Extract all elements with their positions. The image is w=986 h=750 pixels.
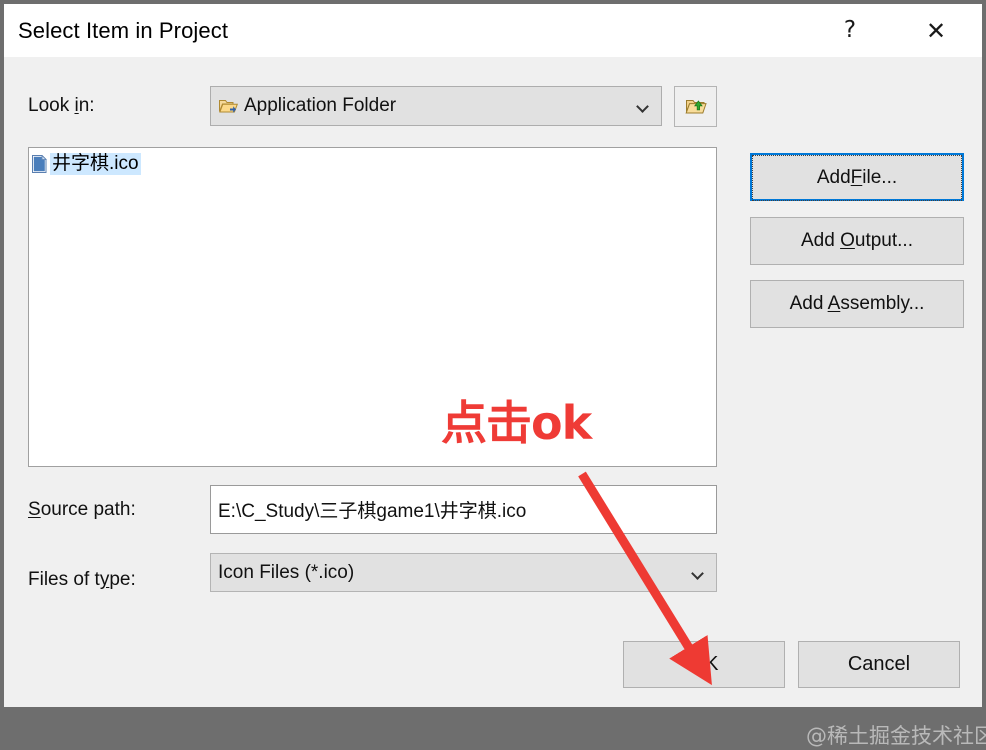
- look-in-value: Application Folder: [244, 95, 397, 116]
- source-path-label: Source path:: [28, 499, 136, 520]
- close-icon: ✕: [925, 16, 947, 45]
- files-of-type-label: Files of type:: [28, 569, 136, 590]
- dialog-body: Look in: Application Folder 井字棋.ico Add …: [4, 57, 986, 748]
- file-list[interactable]: 井字棋.ico: [28, 147, 717, 467]
- help-icon: ?: [843, 17, 857, 43]
- title-bar: Select Item in Project ? ✕: [4, 4, 982, 58]
- files-of-type-value: Icon Files (*.ico): [218, 561, 355, 583]
- look-in-label: Look in:: [28, 95, 95, 116]
- help-button[interactable]: ?: [822, 4, 878, 57]
- add-file-label: Add File...: [752, 155, 962, 201]
- chevron-down-icon: [638, 102, 649, 109]
- watermark: @稀土掘金技术社区: [806, 724, 986, 748]
- up-one-level-button[interactable]: [674, 86, 717, 127]
- page-title: Select Item in Project: [18, 18, 229, 43]
- add-output-label: Add Output...: [801, 230, 913, 251]
- close-button[interactable]: ✕: [908, 4, 964, 57]
- add-assembly-label: Add Assembly...: [789, 293, 925, 314]
- add-assembly-button[interactable]: Add Assembly...: [750, 280, 964, 328]
- ok-button[interactable]: OK: [623, 641, 785, 688]
- folder-up-icon: [684, 99, 707, 113]
- folder-open-icon: [219, 98, 239, 114]
- files-of-type-combobox[interactable]: Icon Files (*.ico): [210, 553, 717, 592]
- chevron-down-icon: [693, 569, 704, 576]
- add-output-button[interactable]: Add Output...: [750, 217, 964, 265]
- look-in-combobox[interactable]: Application Folder: [210, 86, 662, 126]
- source-path-input[interactable]: [210, 485, 717, 534]
- document-icon: [32, 154, 47, 173]
- select-item-dialog: Select Item in Project ? ✕ Look in: Appl…: [0, 0, 986, 748]
- add-file-button[interactable]: Add File...: [750, 153, 964, 201]
- cancel-button[interactable]: Cancel: [798, 641, 960, 688]
- list-item[interactable]: 井字棋.ico: [32, 152, 141, 176]
- list-item-label: 井字棋.ico: [50, 153, 141, 175]
